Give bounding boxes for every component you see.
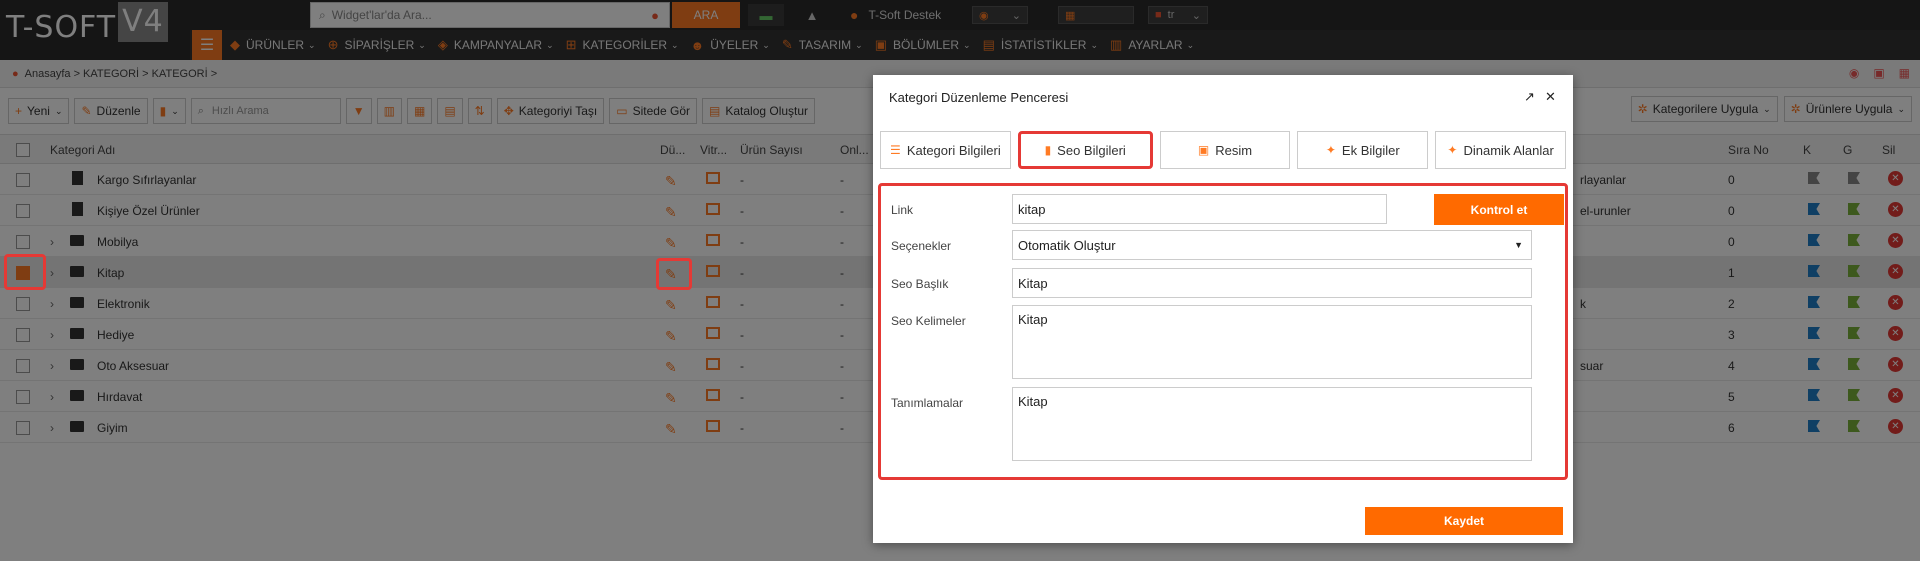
tab-resim[interactable]: ▣ Resim xyxy=(1159,131,1291,169)
modal-tabs: ☰ Kategori Bilgileri ▮ Seo Bilgileri ▣ Resi… xyxy=(880,131,1566,169)
seo-keywords-textarea[interactable]: Kitap xyxy=(1012,305,1532,379)
seo-title-label: Seo Başlık xyxy=(891,277,949,291)
highlight-checkbox xyxy=(4,254,46,290)
modal-title: Kategori Düzenleme Penceresi xyxy=(889,90,1069,105)
seo-form: Link kitap Kontrol et Seçenekler Otomati… xyxy=(878,183,1568,480)
caret-down-icon: ▼ xyxy=(1514,240,1523,250)
check-link-button[interactable]: Kontrol et xyxy=(1434,194,1564,225)
seo-title-input[interactable]: Kitap xyxy=(1012,268,1532,298)
tab-label: Resim xyxy=(1215,142,1253,158)
link-label: Link xyxy=(891,203,914,217)
tab-dinamik-alanlar[interactable]: ✦ Dinamik Alanlar xyxy=(1435,131,1566,169)
bookmark-icon: ▮ xyxy=(1044,143,1052,157)
seo-keywords-label: Seo Kelimeler xyxy=(891,314,966,328)
app: T-SOFTV4 ⌕ Widget'lar'da Ara... ● ARA ▬ … xyxy=(0,0,1920,561)
tab-seo-bilgileri[interactable]: ▮ Seo Bilgileri xyxy=(1017,131,1153,169)
category-edit-modal: Kategori Düzenleme Penceresi ↗ ✕ ☰ Katego… xyxy=(873,75,1573,543)
tab-ek-bilgiler[interactable]: ✦ Ek Bilgiler xyxy=(1297,131,1429,169)
image-icon: ▣ xyxy=(1197,143,1210,157)
descriptions-textarea[interactable]: Kitap xyxy=(1012,387,1532,461)
expand-icon[interactable]: ↗ xyxy=(1524,89,1535,105)
magic-icon: ✦ xyxy=(1325,143,1336,157)
link-input[interactable]: kitap xyxy=(1012,194,1387,224)
list-icon: ☰ xyxy=(890,143,901,157)
options-label: Seçenekler xyxy=(891,239,952,253)
tab-label: Dinamik Alanlar xyxy=(1463,142,1554,158)
save-button[interactable]: Kaydet xyxy=(1365,507,1563,535)
tab-label: Seo Bilgileri xyxy=(1057,142,1126,158)
close-icon[interactable]: ✕ xyxy=(1545,89,1556,105)
descriptions-label: Tanımlamalar xyxy=(891,396,964,410)
tab-label: Kategori Bilgileri xyxy=(906,142,1001,158)
options-value: Otomatik Oluştur xyxy=(1018,237,1116,253)
options-select[interactable]: Otomatik Oluştur ▼ xyxy=(1012,230,1532,260)
tab-kategori-bilgileri[interactable]: ☰ Kategori Bilgileri xyxy=(880,131,1011,169)
tab-label: Ek Bilgiler xyxy=(1341,142,1400,158)
highlight-edit xyxy=(656,258,692,290)
magic-icon: ✦ xyxy=(1447,143,1458,157)
